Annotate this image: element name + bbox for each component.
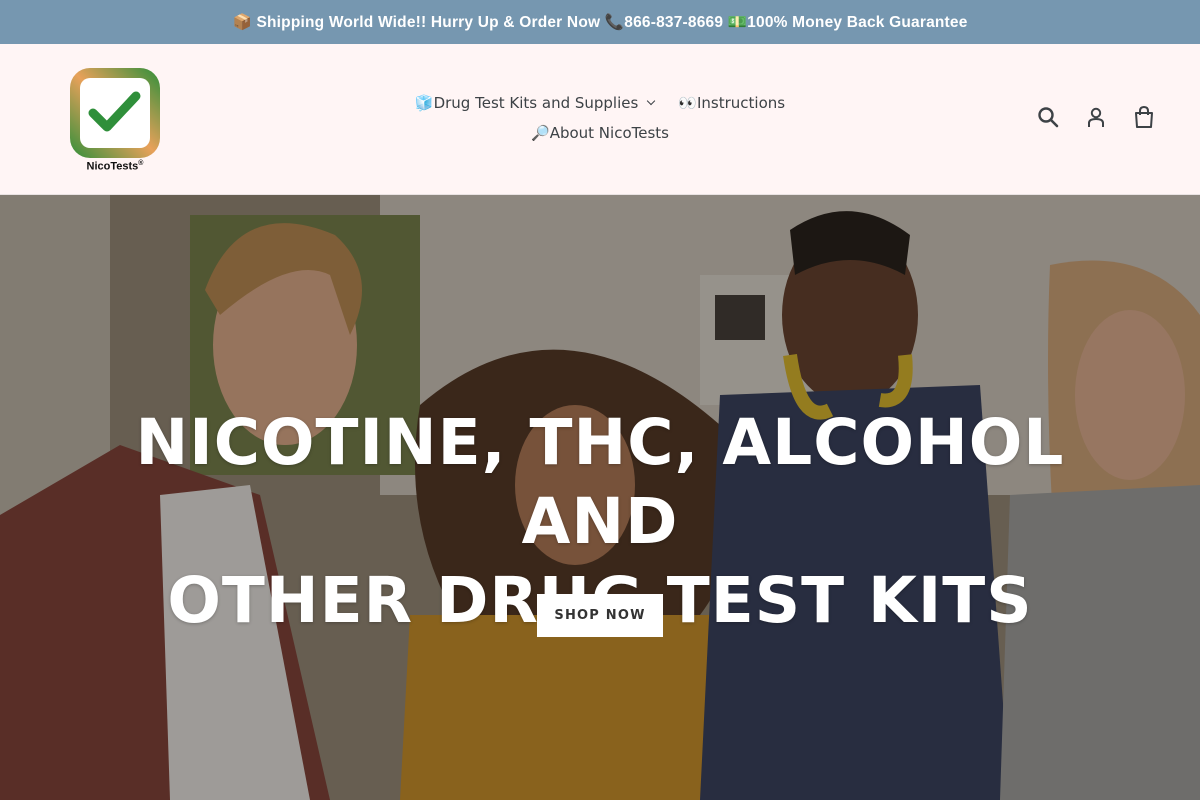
nav-item-instructions[interactable]: 👀Instructions	[678, 94, 785, 112]
logo-checkmark-icon	[70, 68, 160, 158]
hero-heading-line-1: NICOTINE, THC, ALCOHOL AND	[135, 406, 1065, 558]
logo-wordmark: NicoTests®	[66, 160, 164, 173]
search-icon[interactable]	[1036, 104, 1060, 130]
chevron-down-icon	[647, 96, 656, 106]
announcement-bar: 📦 Shipping World Wide!! Hurry Up & Order…	[0, 0, 1200, 44]
site-logo[interactable]: NicoTests®	[66, 66, 164, 174]
nav-item-label: 🔎About NicoTests	[531, 124, 669, 142]
nav-item-about[interactable]: 🔎About NicoTests	[531, 124, 669, 142]
site-header: NicoTests® 🧊Drug Test Kits and Supplies …	[0, 44, 1200, 195]
nav-item-label: 👀Instructions	[678, 94, 786, 112]
shop-now-button[interactable]: SHOP NOW	[537, 594, 663, 637]
announcement-text: 📦 Shipping World Wide!! Hurry Up & Order…	[232, 13, 968, 31]
main-nav: 🧊Drug Test Kits and Supplies 👀Instructio…	[380, 88, 820, 148]
account-icon[interactable]	[1084, 104, 1108, 130]
nav-item-drug-test-kits[interactable]: 🧊Drug Test Kits and Supplies	[414, 94, 656, 112]
nav-item-label: 🧊Drug Test Kits and Supplies	[414, 94, 639, 112]
hero-banner: NICOTINE, THC, ALCOHOL AND OTHER DRUG TE…	[0, 195, 1200, 800]
header-actions	[1036, 104, 1156, 130]
logo-text: NicoTests	[86, 160, 139, 173]
logo-registered-mark: ®	[138, 160, 144, 167]
cart-icon[interactable]	[1132, 104, 1156, 130]
